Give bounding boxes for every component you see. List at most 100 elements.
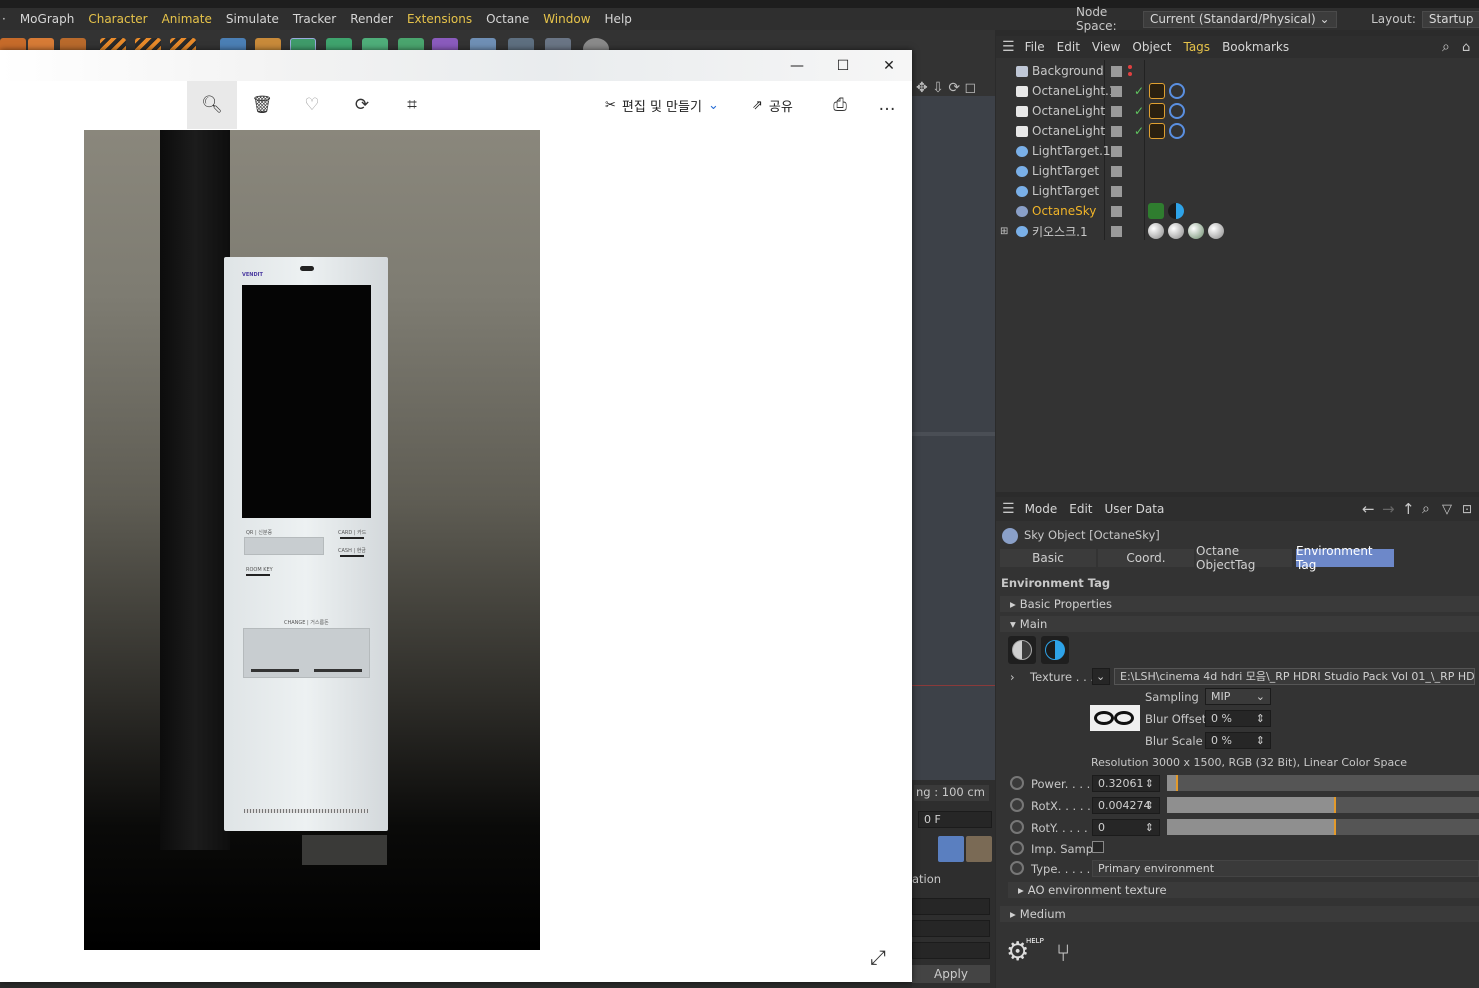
up-arrow-icon[interactable]: ↑ xyxy=(1402,500,1415,518)
hamburger-icon[interactable]: ☰ xyxy=(1002,39,1015,55)
check-icon[interactable]: ✓ xyxy=(1134,104,1144,118)
fullscreen-icon[interactable]: ⤢ xyxy=(870,945,886,969)
am-menu-userdata[interactable]: User Data xyxy=(1099,502,1171,516)
roty-field[interactable]: 0 ⇕ xyxy=(1092,819,1160,836)
check-icon[interactable]: ✓ xyxy=(1134,124,1144,138)
tab-environment-tag[interactable]: Environment Tag xyxy=(1296,544,1394,572)
om-menu-bookmarks[interactable]: Bookmarks xyxy=(1216,40,1295,54)
object-row-octanesky[interactable]: OctaneSky xyxy=(996,201,1479,221)
print-icon[interactable]: ⎙ xyxy=(815,81,865,129)
roty-slider[interactable] xyxy=(1167,819,1479,835)
layout-dropdown[interactable]: Startup xyxy=(1421,10,1479,28)
search-icon[interactable]: ⌕ xyxy=(1422,501,1430,517)
menu-overflow[interactable]: · xyxy=(0,12,13,26)
am-menu-edit[interactable]: Edit xyxy=(1063,502,1098,516)
object-row-lighttarget[interactable]: LightTarget xyxy=(996,161,1479,181)
texture-type-dropdown[interactable]: ⌄ xyxy=(1092,668,1110,685)
menu-animate[interactable]: Animate xyxy=(155,12,219,26)
object-row-kiosk[interactable]: ⊞ 키오스크.1 xyxy=(996,221,1479,241)
menu-window[interactable]: Window xyxy=(536,12,597,26)
edit-visibility-icon[interactable] xyxy=(1111,185,1122,197)
power-slider-handle[interactable] xyxy=(1175,775,1178,791)
om-menu-file[interactable]: File xyxy=(1025,40,1051,54)
power-animate-radio[interactable] xyxy=(1010,776,1024,790)
target-tag-icon[interactable] xyxy=(1169,103,1185,119)
anim-field[interactable] xyxy=(912,920,990,937)
rotx-field[interactable]: 0.004274 ⇕ xyxy=(1092,797,1160,814)
group-main[interactable]: ▾ Main xyxy=(1000,616,1479,632)
search-icon[interactable]: ⌕ xyxy=(1442,39,1450,55)
material-tag-icon[interactable] xyxy=(1148,223,1164,239)
stepper-icon[interactable]: ⇕ xyxy=(1145,776,1154,791)
zoom-icon[interactable]: 🔍︎ xyxy=(187,81,237,129)
material-tag-icon[interactable] xyxy=(1188,223,1204,239)
filter-icon[interactable]: ▽ xyxy=(1442,502,1452,517)
anim-field[interactable] xyxy=(912,942,990,959)
om-menu-view[interactable]: View xyxy=(1086,40,1126,54)
menu-simulate[interactable]: Simulate xyxy=(219,12,286,26)
stepper-icon[interactable]: ⇕ xyxy=(1145,820,1154,835)
lock-icon[interactable]: ⊡ xyxy=(1462,502,1472,516)
om-menu-edit[interactable]: Edit xyxy=(1051,40,1086,54)
roty-slider-handle[interactable] xyxy=(1334,819,1337,835)
object-row-octanelight[interactable]: OctaneLight ✓ xyxy=(996,121,1479,141)
imp-samp-animate-radio[interactable] xyxy=(1010,841,1024,855)
light-tag-icon[interactable] xyxy=(1149,83,1165,99)
visibility-dot[interactable] xyxy=(1128,65,1132,69)
delete-icon[interactable]: 🗑︎ xyxy=(237,81,287,129)
stepper-icon[interactable]: ⇕ xyxy=(1145,798,1154,813)
menu-tracker[interactable]: Tracker xyxy=(286,12,343,26)
menu-help[interactable]: Help xyxy=(598,12,639,26)
environment-tag-icon[interactable] xyxy=(1148,203,1164,219)
expand-icon[interactable]: ⊞ xyxy=(1000,226,1008,237)
more-button[interactable]: … xyxy=(862,81,912,129)
home-icon[interactable]: ⌂ xyxy=(1462,40,1470,55)
hamburger-icon[interactable]: ☰ xyxy=(1002,501,1015,517)
group-ao-texture[interactable]: ▸ AO environment texture xyxy=(1008,882,1479,898)
menu-octane[interactable]: Octane xyxy=(479,12,536,26)
edit-visibility-icon[interactable] xyxy=(1111,125,1122,137)
node-space-dropdown[interactable]: Current (Standard/Physical) ⌄ xyxy=(1142,10,1337,28)
menu-character[interactable]: Character xyxy=(81,12,154,26)
stepper-icon[interactable]: ⇕ xyxy=(1256,733,1265,748)
edit-visibility-icon[interactable] xyxy=(1111,205,1122,217)
apply-button[interactable]: Apply xyxy=(912,965,990,983)
rotate-icon[interactable]: ⟳ xyxy=(337,81,387,129)
target-tag-icon[interactable] xyxy=(1169,123,1185,139)
visibility-dot[interactable] xyxy=(1128,72,1132,76)
object-row-lighttarget[interactable]: LightTarget xyxy=(996,181,1479,201)
octane-mode-button[interactable] xyxy=(1041,636,1069,664)
object-row-lighttarget-1[interactable]: LightTarget.1 xyxy=(996,141,1479,161)
octane-tag-icon[interactable] xyxy=(1168,203,1184,219)
anim-field[interactable] xyxy=(912,898,990,915)
texture-preview[interactable] xyxy=(1090,705,1140,731)
viewer-titlebar[interactable]: — ☐ ✕ xyxy=(0,50,912,81)
tab-coord[interactable]: Coord. xyxy=(1098,549,1194,567)
blur-scale-field[interactable]: 0 % ⇕ xyxy=(1205,732,1271,749)
object-row-octanelight-1[interactable]: OctaneLight.1 ✓ xyxy=(996,81,1479,101)
power-field[interactable]: 0.32061 ⇕ xyxy=(1092,775,1160,792)
rotx-slider[interactable] xyxy=(1167,797,1479,813)
maximize-button[interactable]: ☐ xyxy=(820,50,866,81)
target-tag-icon[interactable] xyxy=(1169,83,1185,99)
tab-basic[interactable]: Basic xyxy=(1000,549,1096,567)
edit-visibility-icon[interactable] xyxy=(1111,145,1122,157)
rotx-animate-radio[interactable] xyxy=(1010,798,1024,812)
imp-samp-checkbox[interactable] xyxy=(1092,841,1104,853)
power-slider[interactable] xyxy=(1167,775,1479,791)
favorite-icon[interactable]: ♡ xyxy=(287,81,337,129)
share-button[interactable]: ⇗ 공유 xyxy=(752,81,793,129)
back-arrow-icon[interactable]: ← xyxy=(1362,500,1375,518)
chevron-right-icon[interactable]: › xyxy=(1010,670,1015,684)
light-tag-icon[interactable] xyxy=(1149,123,1165,139)
blur-offset-field[interactable]: 0 % ⇕ xyxy=(1205,710,1271,727)
frame-field[interactable]: 0 F xyxy=(918,811,992,828)
menu-extensions[interactable]: Extensions xyxy=(400,12,479,26)
sound-icon[interactable] xyxy=(938,836,964,862)
edit-visibility-icon[interactable] xyxy=(1111,165,1122,177)
light-tag-icon[interactable] xyxy=(1149,103,1165,119)
viewport-nav-icons[interactable]: ✥ ⇩ ⟳ ◻ xyxy=(912,80,995,96)
object-row-octanelight[interactable]: OctaneLight ✓ xyxy=(996,101,1479,121)
edit-create-button[interactable]: ✂ 편집 및 만들기 ⌄ xyxy=(605,81,719,129)
node-editor-icon[interactable]: ⑂ xyxy=(1056,939,1088,971)
